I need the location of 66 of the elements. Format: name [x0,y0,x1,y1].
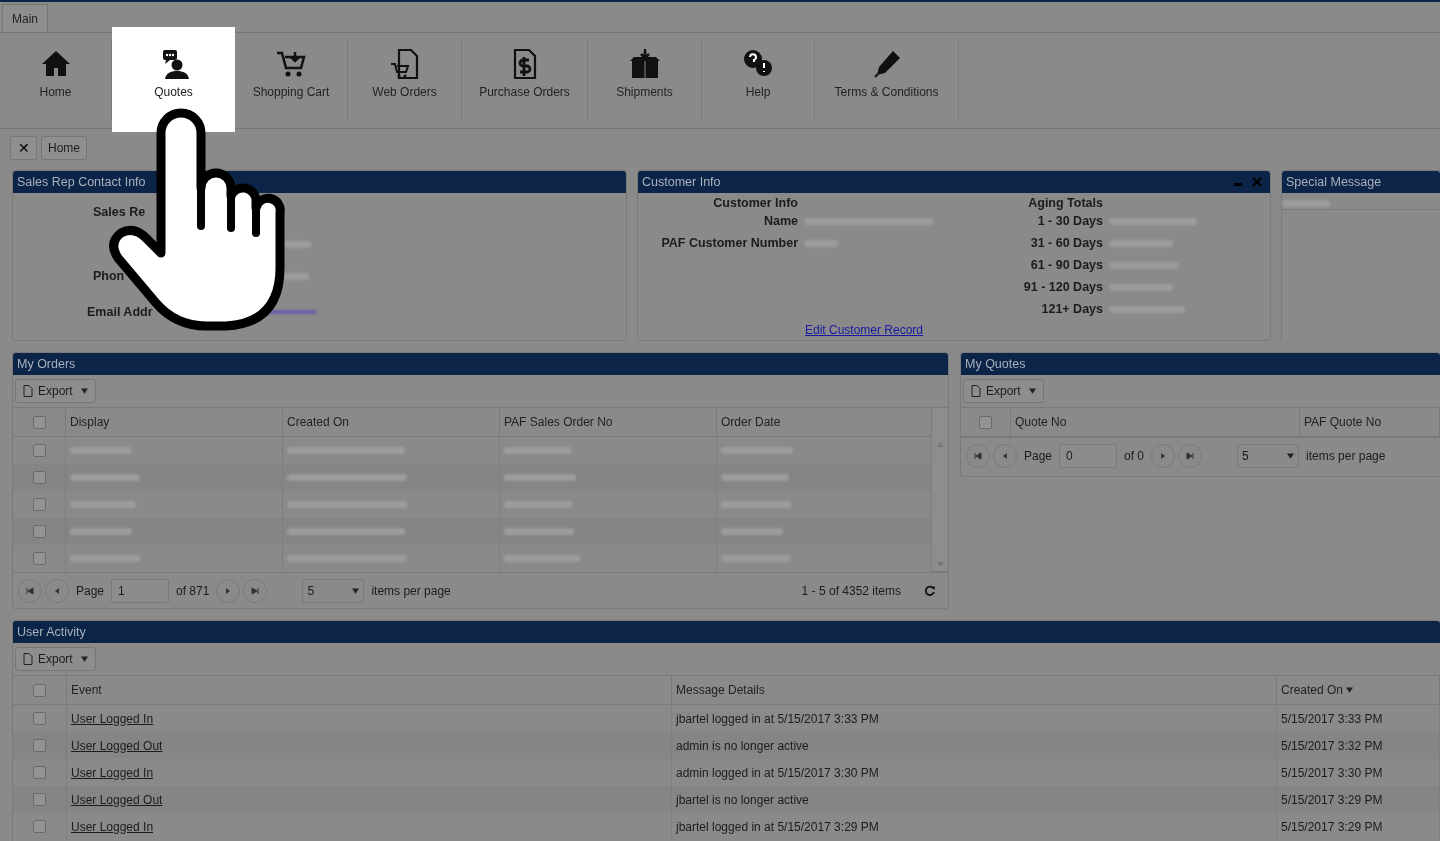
column-header[interactable]: Display [66,408,283,437]
export-button[interactable]: Export [15,379,96,403]
section-heading: Customer Info [712,196,798,210]
field-label: 1 - 30 Days [1036,214,1103,228]
field-label: Email Addr [87,305,154,319]
table-cell: jbartel logged in at 5/15/2017 3:33 PM [676,711,879,726]
section-heading: Aging Totals [1027,196,1103,210]
close-button[interactable]: ✕ [10,135,37,160]
event-link[interactable]: User Logged In [71,819,154,834]
panel-title: Sales Rep Contact Info [17,175,146,189]
field-label: 91 - 120 Days [1022,280,1103,294]
column-header[interactable]: Created On [1277,676,1440,705]
column-header[interactable]: Event [67,676,672,705]
field-label: 31 - 60 Days [1029,236,1103,250]
ribbon-button[interactable]: Purchase Orders [462,39,588,122]
page-size-dropdown[interactable]: 5 [302,579,365,603]
edit-customer-link[interactable]: Edit Customer Record [805,323,924,337]
table-cell: 5/15/2017 3:29 PM [1281,792,1383,807]
page-label: Page [1024,449,1053,463]
ribbon-button[interactable]: Terms & Conditions [815,39,959,122]
panel-title: Special Message [1286,175,1382,189]
ribbon-tab[interactable]: Main [2,4,48,32]
page-size-dropdown[interactable]: 5 [1237,444,1300,468]
event-link[interactable]: User Logged Out [71,738,163,753]
ribbon-button[interactable]: Web Orders [348,39,462,122]
panel-title: Customer Info [642,175,721,189]
event-link[interactable]: User Logged Out [71,792,163,807]
field-label: Name [762,214,798,228]
table-cell: 5/15/2017 3:30 PM [1281,765,1383,780]
column-header[interactable]: PAF Sales Order No [500,408,717,437]
table-cell: 5/15/2017 3:33 PM [1281,711,1383,726]
column-header[interactable]: Message Details [672,676,1277,705]
panel-title: My Quotes [965,357,1026,371]
breadcrumb-tab[interactable]: Home [41,135,87,160]
table-cell: jbartel is no longer active [676,792,809,807]
page-count: of 0 [1124,449,1145,463]
field-label: Sales Re [93,205,146,219]
page-label: Page [76,584,105,598]
table-cell: admin logged in at 5/15/2017 3:30 PM [676,765,879,780]
export-button[interactable]: Export [15,647,96,671]
items-summary: 1 - 5 of 4352 items [801,584,901,598]
page-input[interactable]: 0 [1059,444,1118,468]
field-label: PAF Customer Number [660,236,798,250]
panel-title: User Activity [17,625,86,639]
table-cell: 5/15/2017 3:32 PM [1281,738,1383,753]
column-header[interactable]: Quote No [1011,408,1300,437]
items-per-page-label: items per page [371,584,451,598]
items-per-page-label: items per page [1306,449,1386,463]
field-label: 61 - 90 Days [1029,258,1103,272]
column-header[interactable]: Created On [283,408,500,437]
column-header[interactable]: PAF Quote No [1300,408,1440,437]
ribbon-button[interactable]: Help [702,39,815,122]
page-count: of 871 [176,584,210,598]
table-cell: jbartel logged in at 5/15/2017 3:29 PM [676,819,879,834]
ribbon-button[interactable]: Shopping Cart [235,39,348,122]
field-label: Phon [93,269,126,283]
table-cell: admin is no longer active [676,738,809,753]
panel-title: My Orders [17,357,76,371]
page-input[interactable]: 1 [111,579,170,603]
ribbon-button[interactable]: Shipments [588,39,702,122]
table-cell: 5/15/2017 3:29 PM [1281,819,1383,834]
event-link[interactable]: User Logged In [71,711,154,726]
field-label: 121+ Days [1040,302,1103,316]
ribbon-button[interactable]: Quotes [112,27,235,132]
export-button[interactable]: Export [963,379,1044,403]
event-link[interactable]: User Logged In [71,765,154,780]
